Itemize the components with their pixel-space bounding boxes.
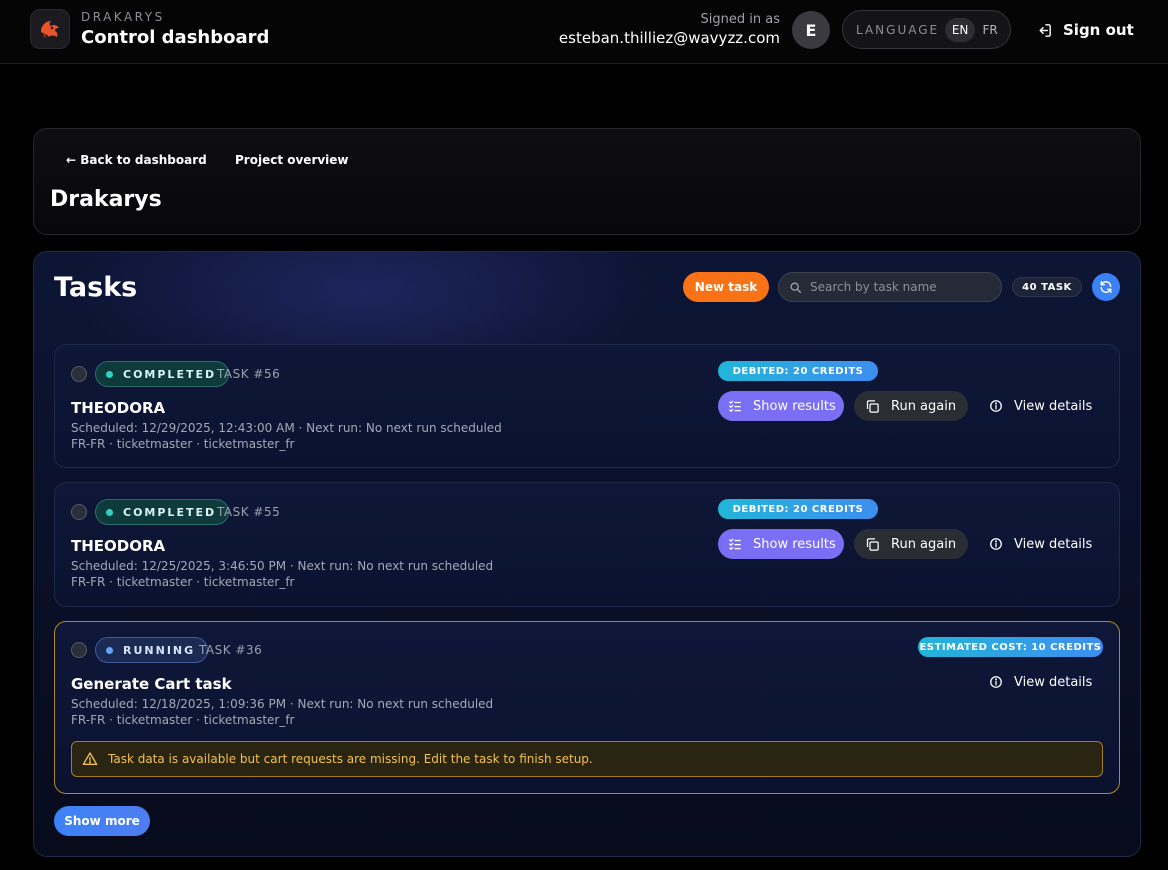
tasks-panel: Tasks New task 40 TASK COMPLETED TASK #5… [33,251,1141,857]
project-panel: ← Back to dashboard Project overview Dra… [33,128,1141,235]
project-title: Drakarys [50,187,162,212]
refresh-icon [1100,281,1112,293]
new-task-button[interactable]: New task [683,272,769,302]
run-again-button[interactable]: Run again [854,391,968,421]
refresh-button[interactable] [1092,273,1120,301]
view-details-button[interactable]: View details [989,667,1092,697]
list-check-icon [729,400,741,413]
task-name: THEODORA [71,399,166,417]
credits-badge: DEBITED: 20 CREDITS [718,499,878,519]
task-select-checkbox[interactable] [71,366,87,382]
sign-out-label: Sign out [1063,21,1134,39]
status-badge: COMPLETED [95,499,230,525]
task-id: TASK #36 [199,643,263,657]
user-email: esteban.thilliez@wavyzz.com [558,29,780,47]
credits-badge: DEBITED: 20 CREDITS [718,361,878,381]
status-label: RUNNING [123,643,196,657]
list-check-icon [729,538,741,551]
dragon-logo-icon [30,9,70,49]
status-badge: COMPLETED [95,361,230,387]
search-input[interactable] [810,280,990,294]
run-again-label: Run again [891,398,957,414]
task-card: COMPLETED TASK #56 THEODORA Scheduled: 1… [54,344,1120,468]
task-card: RUNNING TASK #36 Generate Cart task Sche… [54,621,1120,794]
project-overview-link[interactable]: Project overview [235,153,349,167]
task-tags: FR-FR · ticketmaster · ticketmaster_fr [71,437,295,451]
task-tags: FR-FR · ticketmaster · ticketmaster_fr [71,713,295,727]
task-schedule: Scheduled: 12/29/2025, 12:43:00 AM · Nex… [71,421,502,435]
run-again-label: Run again [891,536,957,552]
run-again-button[interactable]: Run again [854,529,968,559]
view-details-button[interactable]: View details [989,529,1092,559]
show-results-label: Show results [753,398,836,414]
warning-icon [82,752,98,765]
task-schedule: Scheduled: 12/25/2025, 3:46:50 PM · Next… [71,559,494,573]
task-select-checkbox[interactable] [71,642,87,658]
status-dot [106,508,113,516]
task-id: TASK #56 [217,367,281,381]
status-dot [106,646,113,654]
brand-subtitle: DRAKARYS [81,10,165,24]
search-icon [790,281,802,293]
tasks-title: Tasks [54,272,138,303]
status-dot [106,370,113,378]
signed-in-label: Signed in as [700,12,780,27]
show-results-button[interactable]: Show results [718,391,844,421]
task-search [778,272,1002,302]
avatar[interactable]: E [792,11,830,49]
task-name: THEODORA [71,537,166,555]
task-card: COMPLETED TASK #55 THEODORA Scheduled: 1… [54,482,1120,607]
language-option-fr[interactable]: FR [975,18,1005,42]
copy-icon [866,399,879,413]
language-option-en[interactable]: EN [945,17,976,42]
status-badge: RUNNING [95,637,209,663]
info-icon [990,400,1002,412]
language-switcher: LANGUAGE EN FR [842,10,1011,49]
info-icon [990,538,1002,550]
task-name: Generate Cart task [71,675,232,693]
language-label: LANGUAGE [856,22,940,37]
view-details-label: View details [1014,536,1093,552]
task-count-badge: 40 TASK [1012,277,1082,297]
view-details-label: View details [1014,674,1093,690]
show-results-button[interactable]: Show results [718,529,844,559]
view-details-label: View details [1014,398,1093,414]
app-header: DRAKARYS Control dashboard Signed in as … [0,0,1168,64]
sign-out-icon [1039,23,1051,37]
back-to-dashboard-link[interactable]: ← Back to dashboard [66,153,207,167]
view-details-button[interactable]: View details [989,391,1092,421]
task-select-checkbox[interactable] [71,504,87,520]
estimated-cost-badge: ESTIMATED COST: 10 CREDITS [918,637,1103,657]
task-tags: FR-FR · ticketmaster · ticketmaster_fr [71,575,295,589]
copy-icon [866,537,879,551]
sign-out-button[interactable]: Sign out [1036,18,1134,42]
warning-banner: Task data is available but cart requests… [71,741,1103,777]
show-more-button[interactable]: Show more [54,806,150,836]
show-results-label: Show results [753,536,836,552]
status-label: COMPLETED [123,505,217,519]
task-schedule: Scheduled: 12/18/2025, 1:09:36 PM · Next… [71,697,494,711]
status-label: COMPLETED [123,367,217,381]
warning-text: Task data is available but cart requests… [108,752,593,766]
task-id: TASK #55 [217,505,281,519]
info-icon [990,676,1002,688]
brand-title: Control dashboard [81,27,270,48]
